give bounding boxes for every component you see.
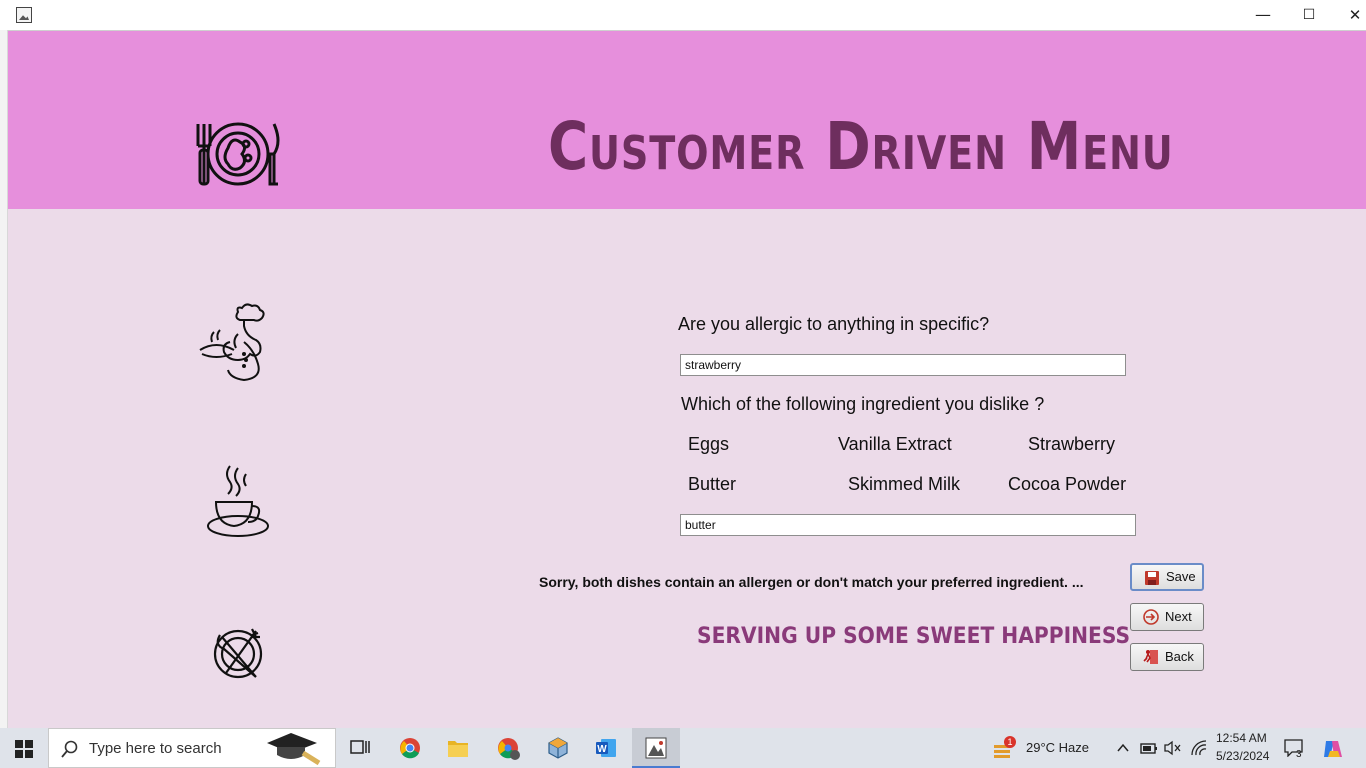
cube-icon — [548, 737, 568, 759]
page-title: Customer Driven Menu — [548, 108, 1174, 185]
ingredient-option-vanilla-extract[interactable]: Vanilla Extract — [838, 434, 952, 455]
windows-logo-icon — [15, 740, 33, 758]
next-button-label: Next — [1165, 609, 1192, 624]
clock-time[interactable]: 12:54 AM — [1216, 731, 1267, 745]
ide-app-button[interactable] — [534, 728, 582, 768]
exit-door-icon — [1143, 650, 1158, 664]
start-button[interactable] — [0, 728, 48, 768]
java-app-icon — [645, 737, 667, 759]
window-left-edge — [0, 30, 8, 728]
save-button-label: Save — [1166, 569, 1196, 584]
save-button[interactable]: Save — [1130, 563, 1204, 591]
wifi-icon[interactable] — [1190, 740, 1208, 756]
slogan-text: Serving up some sweet happiness — [697, 624, 1131, 649]
chrome-icon — [400, 738, 420, 759]
graduation-cap-icon — [267, 733, 321, 766]
close-button[interactable]: ✕ — [1332, 0, 1366, 30]
ingredient-option-cocoa-powder[interactable]: Cocoa Powder — [1008, 474, 1126, 495]
svg-text:W: W — [597, 744, 607, 755]
coffee-cup-icon — [207, 465, 269, 537]
taskbar-search-box[interactable]: Type here to search — [48, 728, 336, 768]
minimize-button[interactable]: — — [1240, 0, 1286, 30]
dislike-input[interactable]: butter — [680, 514, 1136, 536]
chrome-profile-app-button[interactable] — [484, 728, 532, 768]
search-icon — [61, 740, 78, 758]
chrome-profile-icon — [498, 738, 520, 760]
notification-count: 3 — [1296, 749, 1302, 760]
ingredient-option-skimmed-milk[interactable]: Skimmed Milk — [848, 474, 960, 495]
allergy-input[interactable]: strawberry — [680, 354, 1126, 376]
word-icon: W — [596, 739, 616, 757]
folder-icon — [448, 741, 468, 757]
battery-icon[interactable] — [1140, 740, 1158, 756]
allergy-question-label: Are you allergic to anything in specific… — [678, 314, 990, 334]
chevron-up-icon[interactable] — [1116, 741, 1130, 755]
back-button[interactable]: Back — [1130, 643, 1204, 671]
task-view-icon — [350, 740, 370, 754]
arrow-right-circle-icon — [1143, 609, 1159, 625]
dislike-question-label: Which of the following ingredient you di… — [681, 394, 1045, 414]
word-app-button[interactable]: W — [582, 728, 630, 768]
file-explorer-button[interactable] — [434, 728, 482, 768]
copilot-icon[interactable] — [1322, 738, 1344, 760]
plate-cutlery-icon — [196, 122, 280, 186]
speaker-muted-icon[interactable] — [1164, 740, 1182, 756]
java-app-icon — [16, 7, 32, 23]
clock-date[interactable]: 5/23/2024 — [1216, 749, 1269, 763]
next-button[interactable]: Next — [1130, 603, 1204, 631]
ingredient-option-strawberry[interactable]: Strawberry — [1028, 434, 1115, 455]
windows-taskbar: Type here to search W 1 29°C Haze 12:54 … — [0, 728, 1366, 768]
java-app-taskbar-button[interactable] — [632, 728, 680, 768]
weather-text[interactable]: 29°C Haze — [1026, 740, 1089, 755]
task-view-button[interactable] — [336, 728, 384, 768]
floppy-disk-icon — [1145, 571, 1159, 585]
back-button-label: Back — [1165, 649, 1194, 664]
weather-badge: 1 — [1004, 736, 1016, 748]
chrome-app-button[interactable] — [386, 728, 434, 768]
result-message: Sorry, both dishes contain an allergen o… — [539, 574, 1084, 590]
window-titlebar: — ☐ ✕ — [0, 0, 1366, 31]
ingredient-option-eggs[interactable]: Eggs — [688, 434, 729, 455]
search-placeholder: Type here to search — [89, 740, 222, 757]
maximize-button[interactable]: ☐ — [1286, 0, 1332, 30]
crossed-cutlery-icon — [213, 628, 263, 679]
ingredient-option-butter[interactable]: Butter — [688, 474, 736, 495]
chef-icon — [199, 303, 265, 382]
